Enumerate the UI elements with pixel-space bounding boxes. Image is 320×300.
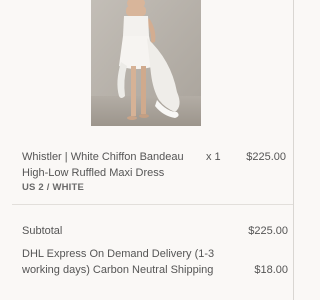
product-image [91,0,201,126]
order-summary-panel: Whistler | White Chiffon Bandeau High-Lo… [0,0,300,300]
subtotal-value: $225.00 [248,225,288,237]
shipping-value: $18.00 [254,264,288,276]
panel-border [293,0,294,300]
subtotal-label: Subtotal [22,225,63,237]
shipping-row: DHL Express On Demand Delivery (1-3 work… [22,246,288,296]
item-quantity: x 1 [206,151,221,163]
subtotal-row: Subtotal $225.00 [22,223,288,239]
shipping-label: DHL Express On Demand Delivery (1-3 work… [22,248,215,276]
divider [12,204,293,205]
item-title: Whistler | White Chiffon Bandeau High-Lo… [22,151,184,179]
item-price: $225.00 [246,151,286,163]
item-variant: US 2 / WHITE [22,182,85,193]
